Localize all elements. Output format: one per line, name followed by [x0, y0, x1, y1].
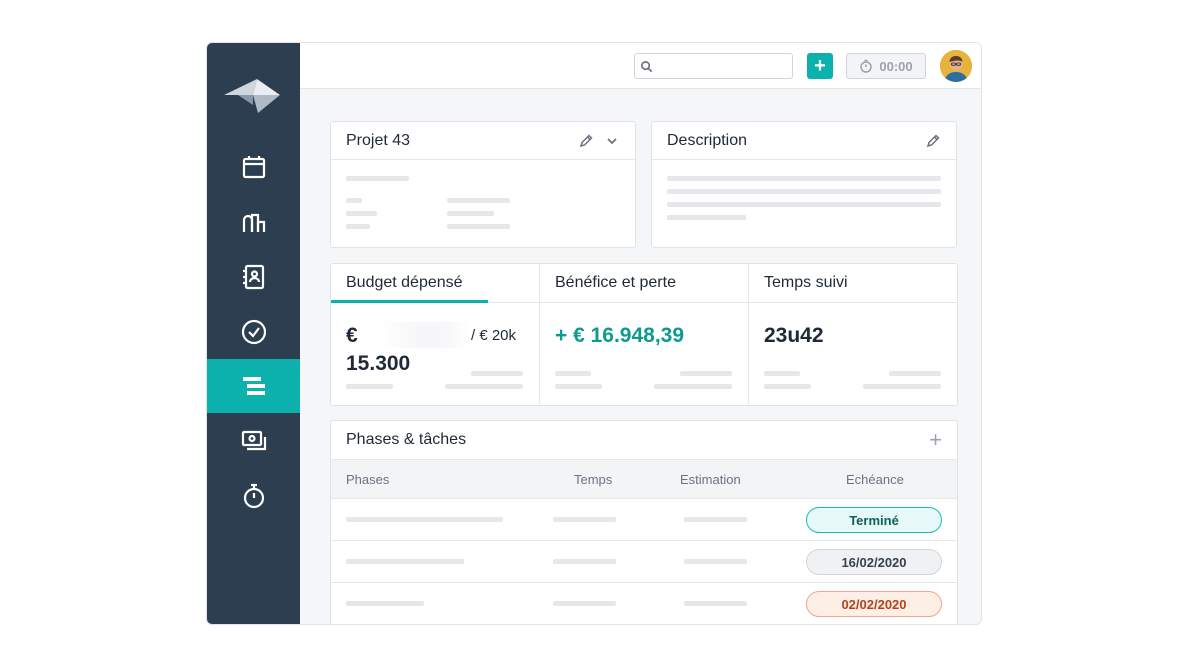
contacts-icon [242, 264, 264, 290]
pencil-icon[interactable] [925, 133, 941, 149]
calendar-icon [242, 156, 265, 179]
phases-title: Phases & tâches [346, 431, 467, 448]
sidebar-item-contacts[interactable] [207, 250, 300, 304]
description-card: Description [651, 121, 957, 248]
status-badge: Terminé [806, 507, 942, 533]
buildings-icon [242, 213, 265, 232]
invoices-icon [241, 430, 266, 451]
logo-icon [224, 79, 280, 113]
avatar[interactable] [940, 50, 972, 82]
table-row[interactable]: 16/02/2020 [331, 541, 957, 583]
time-value: 23u42 [764, 324, 824, 347]
metrics-panel: Budget dépensé € 15.300 / € 20k Bénéfice… [330, 263, 958, 406]
add-button[interactable]: + [807, 53, 833, 79]
chevron-down-icon[interactable] [604, 133, 620, 149]
timer-value: 00:00 [879, 58, 913, 74]
sidebar-item-calendar[interactable] [207, 140, 300, 194]
tab-time[interactable]: Temps suivi 23u42 [749, 264, 958, 405]
stopwatch-icon [860, 59, 873, 73]
add-phase-button[interactable]: + [929, 429, 942, 451]
table-row[interactable]: Terminé [331, 499, 957, 541]
table-row[interactable]: 02/02/2020 [331, 583, 957, 624]
top-bar: + 00:00 [300, 43, 981, 89]
column-phases: Phases [346, 472, 390, 487]
user-avatar-icon [940, 50, 972, 82]
check-circle-icon [241, 319, 266, 345]
budget-amount: 15.300 [346, 352, 411, 375]
phases-card: Phases & tâches + Phases Temps Estimatio… [330, 420, 958, 624]
project-title: Projet 43 [346, 131, 411, 149]
sidebar-item-invoices[interactable] [207, 414, 300, 468]
budget-total: / € 20k [471, 327, 517, 344]
column-time: Temps [574, 472, 613, 487]
sidebar-item-projects[interactable] [207, 359, 300, 413]
sidebar-item-time[interactable] [207, 469, 300, 523]
pencil-icon[interactable] [578, 133, 594, 149]
search-input[interactable] [634, 53, 793, 79]
projects-icon [242, 377, 265, 395]
sidebar [207, 43, 300, 624]
timer-button[interactable]: 00:00 [846, 53, 926, 79]
tab-profit[interactable]: Bénéfice et perte + € 16.948,39 [540, 264, 748, 405]
description-title: Description [667, 131, 748, 149]
time-label: Temps suivi [764, 274, 848, 291]
budget-currency: € [346, 324, 358, 347]
profit-label: Bénéfice et perte [555, 274, 676, 291]
tab-budget[interactable]: Budget dépensé € 15.300 / € 20k [331, 264, 539, 405]
due-date-badge: 16/02/2020 [806, 549, 942, 575]
overdue-date-badge: 02/02/2020 [806, 591, 942, 617]
stopwatch-icon [243, 483, 264, 509]
app-window: + 00:00 Projet 43 Description Budget dép… [206, 42, 982, 625]
active-tab-indicator [331, 300, 488, 303]
search-icon [641, 61, 653, 73]
column-estimate: Estimation [680, 472, 741, 487]
project-card: Projet 43 [330, 121, 636, 248]
table-header: Phases Temps Estimation Echéance [331, 460, 957, 499]
profit-value: + € 16.948,39 [555, 324, 685, 347]
sidebar-item-tasks[interactable] [207, 305, 300, 359]
sidebar-item-companies[interactable] [207, 195, 300, 249]
column-due-date: Echéance [846, 472, 904, 487]
budget-label: Budget dépensé [346, 274, 463, 291]
